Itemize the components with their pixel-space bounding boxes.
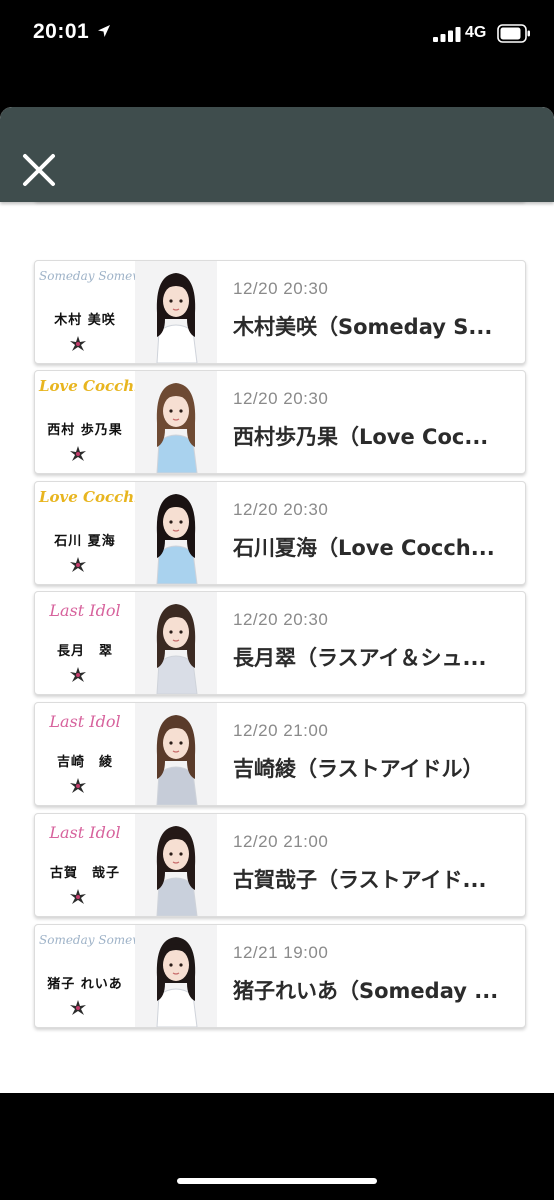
member-thumbnail: Last Idol 吉崎 綾	[35, 703, 217, 805]
status-bar: 20:01 4G	[0, 0, 554, 70]
network-type: 4G	[465, 24, 487, 41]
modal-sheet: 山田 まひろ山田まひろ（Someday ...Someday Somewhere…	[0, 107, 554, 1093]
member-name-label: 古賀 哉子	[49, 866, 120, 881]
group-logo: Love Cocchi	[39, 488, 140, 506]
modal-header	[0, 107, 554, 202]
group-logo: Last Idol	[49, 823, 121, 842]
event-card[interactable]: Last Idol 吉崎 綾 12/20 21:00 吉崎綾（ラストアイドル）	[34, 702, 526, 806]
lily-emblem-icon	[70, 667, 86, 682]
member-name-label: 石川 夏海	[54, 534, 116, 549]
event-title: 木村美咲（Someday S...	[233, 315, 493, 339]
status-time: 20:01	[33, 20, 90, 43]
lily-emblem-icon	[70, 778, 86, 793]
event-datetime: 12/20 20:30	[233, 279, 329, 298]
event-card[interactable]: Last Idol 長月 翠 12/20 20:30 長月翠（ラスアイ＆シュ...	[34, 591, 526, 695]
lily-emblem-icon	[70, 336, 86, 351]
event-card[interactable]: Someday Somewhere 木村 美咲 12/20 20:30 木村美咲（So…	[34, 260, 526, 364]
group-logo: Someday Somewhere	[39, 269, 171, 283]
event-card[interactable]: Someday Somewhere 猪子 れいあ 12/21 19:00 猪子れいあ（…	[34, 924, 526, 1028]
member-thumbnail: Last Idol 長月 翠	[35, 592, 217, 694]
member-name-label: 西村 歩乃果	[47, 423, 123, 438]
member-photo	[135, 482, 217, 584]
event-datetime: 12/20 20:30	[233, 500, 329, 519]
event-title: 古賀哉子（ラストアイド...	[233, 868, 487, 892]
event-card[interactable]: Love Cocchi 石川 夏海 12/20 20:30 石川夏海（Love Coc…	[34, 481, 526, 585]
member-thumbnail: Love Cocchi 西村 歩乃果	[35, 371, 217, 473]
member-name-label: 吉崎 綾	[56, 755, 113, 770]
location-arrow-icon	[98, 25, 110, 37]
event-card[interactable]: Last Idol 古賀 哉子 12/20 21:00 古賀哉子（ラストアイド...	[34, 813, 526, 917]
member-thumbnail: Someday Somewhere 猪子 れいあ	[35, 925, 217, 1027]
group-logo: Last Idol	[49, 601, 121, 620]
member-name-label: 長月 翠	[56, 644, 113, 659]
event-datetime: 12/20 21:00	[233, 721, 329, 740]
lily-emblem-icon	[70, 889, 86, 904]
event-title: 長月翠（ラスアイ＆シュ...	[233, 646, 487, 670]
member-thumbnail: Love Cocchi 石川 夏海	[35, 482, 217, 584]
event-datetime: 12/21 19:00	[233, 943, 329, 962]
lily-emblem-icon	[70, 446, 86, 461]
event-title: 西村歩乃果（Love Coc...	[233, 425, 489, 449]
signal-strength-icon	[433, 27, 461, 42]
member-thumbnail: Someday Somewhere 木村 美咲	[35, 261, 217, 363]
member-photo	[135, 371, 217, 473]
member-photo	[135, 261, 217, 363]
member-name-label: 猪子 れいあ	[47, 977, 123, 992]
event-datetime: 12/20 20:30	[233, 389, 329, 408]
event-title: 石川夏海（Love Cocch...	[233, 536, 495, 560]
member-photo	[135, 592, 217, 694]
lily-emblem-icon	[70, 557, 86, 572]
group-logo: Last Idol	[49, 712, 121, 731]
group-logo: Someday Somewhere	[39, 933, 171, 947]
battery-icon	[497, 24, 530, 43]
member-photo	[135, 814, 217, 916]
member-name-label: 木村 美咲	[54, 313, 116, 328]
lily-emblem-icon	[70, 1000, 86, 1015]
member-thumbnail: Last Idol 古賀 哉子	[35, 814, 217, 916]
event-list[interactable]: 山田 まひろ山田まひろ（Someday ...Someday Somewhere…	[0, 107, 554, 1093]
event-datetime: 12/20 21:00	[233, 832, 329, 851]
home-indicator[interactable]	[177, 1178, 377, 1184]
event-datetime: 12/20 20:30	[233, 610, 329, 629]
event-title: 猪子れいあ（Someday ...	[233, 979, 499, 1003]
event-card[interactable]: Love Cocchi 西村 歩乃果 12/20 20:30 西村歩乃果（Love C…	[34, 370, 526, 474]
group-logo: Love Cocchi	[39, 377, 140, 395]
event-title: 吉崎綾（ラストアイドル）	[233, 757, 484, 781]
member-photo	[135, 925, 217, 1027]
close-icon[interactable]	[20, 151, 58, 189]
member-photo	[135, 703, 217, 805]
